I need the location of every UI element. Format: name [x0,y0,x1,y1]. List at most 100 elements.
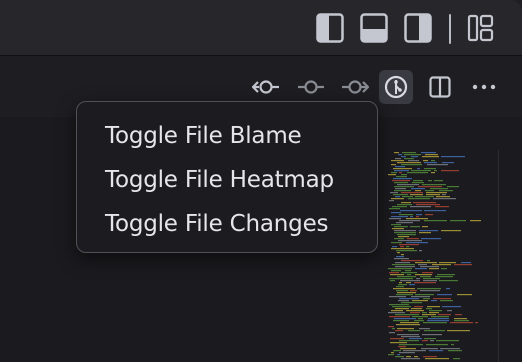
next-change-icon[interactable] [341,76,369,98]
minimap-line [425,190,434,192]
minimap-line [426,344,448,346]
minimap-line [438,314,451,316]
minimap-line [392,264,415,266]
minimap-line [447,310,452,312]
minimap-line [388,174,396,176]
minimap-line [431,172,435,174]
editor-scrollbar[interactable] [498,150,499,362]
minimap-line [415,190,421,192]
toggle-secondary-sidebar-icon[interactable] [404,13,432,43]
minimap-line [392,246,397,248]
minimap-line [436,340,459,342]
minimap-line [396,222,413,224]
minimap-line [394,186,414,188]
minimap-line [394,232,416,234]
minimap-line [416,278,420,280]
minimap-line [406,246,409,248]
minimap-line [414,356,418,358]
menu-item-toggle-file-changes[interactable]: Toggle File Changes [105,206,329,242]
minimap-line [401,202,411,204]
minimap-line [391,160,404,162]
gitlens-context-menu: Toggle File Blame Toggle File Heatmap To… [76,101,378,253]
minimap-line [429,268,439,270]
minimap-line [401,192,423,194]
minimap-line [415,274,432,276]
minimap[interactable] [386,150,498,362]
minimap-line [396,176,407,178]
minimap-line [397,162,421,164]
minimap-line [394,318,416,320]
minimap-line [397,234,416,236]
minimap-line [420,290,440,292]
minimap-line [442,306,461,308]
gitlens-toggle-button[interactable] [379,70,413,104]
title-bar [0,0,522,55]
current-change-icon[interactable] [297,76,325,98]
minimap-line [398,284,407,286]
minimap-line [447,330,470,332]
minimap-line [399,214,413,216]
minimap-line [395,158,401,160]
minimap-line [398,300,409,302]
minimap-line [389,278,413,280]
minimap-line [411,308,422,310]
minimap-line [388,326,394,328]
minimap-line [424,162,437,164]
minimap-line [394,258,409,260]
minimap-line [404,158,414,160]
minimap-line [439,280,458,282]
minimap-line [399,244,419,246]
minimap-line [395,188,406,190]
minimap-line [388,268,412,270]
previous-change-icon[interactable] [252,76,280,98]
more-actions-icon[interactable] [472,83,496,91]
minimap-line [419,328,430,330]
minimap-line [441,268,447,270]
minimap-line [411,188,425,190]
minimap-line [400,322,419,324]
minimap-line [429,310,442,312]
minimap-line [392,206,407,208]
minimap-line [416,204,440,206]
minimap-line [424,220,447,222]
minimap-line [388,312,405,314]
minimap-line [399,340,419,342]
minimap-line [426,308,432,310]
minimap-line [424,330,445,332]
minimap-line [395,356,404,358]
minimap-line [415,268,427,270]
minimap-line [391,212,401,214]
minimap-line [407,274,411,276]
minimap-line [441,156,465,158]
minimap-line [397,276,416,278]
minimap-line [390,192,398,194]
minimap-line [401,358,420,360]
minimap-line [421,152,436,154]
toggle-primary-sidebar-icon[interactable] [316,13,344,43]
minimap-line [454,320,469,322]
minimap-line [397,184,419,186]
menu-item-toggle-file-heatmap[interactable]: Toggle File Heatmap [105,162,334,198]
minimap-line [390,342,407,344]
menu-item-toggle-file-blame[interactable]: Toggle File Blame [105,118,302,154]
minimap-line [418,264,427,266]
minimap-line [414,282,436,284]
minimap-line [441,170,459,172]
minimap-line [427,320,449,322]
minimap-line [423,278,440,280]
toggle-panel-icon[interactable] [360,13,388,43]
minimap-line [435,276,453,278]
minimap-line [435,206,449,208]
split-editor-icon[interactable] [429,76,451,98]
minimap-line [450,322,473,324]
minimap-line [424,168,436,170]
minimap-line [437,294,452,296]
minimap-line [389,218,401,220]
minimap-line [391,310,403,312]
minimap-line [422,184,446,186]
minimap-line [422,314,436,316]
minimap-line [392,180,410,182]
minimap-line [394,238,404,240]
minimap-line [394,170,409,172]
customize-layout-icon[interactable] [467,13,495,43]
